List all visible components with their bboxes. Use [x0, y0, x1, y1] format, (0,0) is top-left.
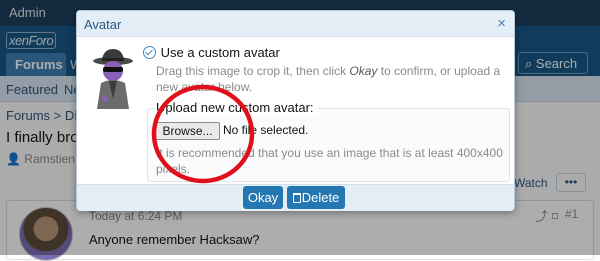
custom-avatar-option[interactable]: Use a custom avatar [143, 45, 280, 60]
dialog-title: Avatar [84, 17, 122, 32]
delete-button[interactable]: Delete [287, 186, 345, 209]
custom-avatar-label: Use a custom avatar [160, 45, 280, 60]
annotation-circle [151, 84, 255, 184]
close-icon[interactable]: × [497, 15, 506, 32]
avatar-dialog: Avatar × Use a custom avatar Drag this i… [76, 10, 515, 211]
trash-icon [292, 193, 301, 203]
delete-label: Delete [301, 190, 340, 205]
spy-avatar-icon[interactable] [89, 47, 137, 109]
crop-hint-part1: Drag this image to crop it, then click [156, 64, 350, 78]
okay-button[interactable]: Okay [243, 186, 283, 209]
check-circle-icon [143, 46, 156, 59]
dialog-header: Avatar × [77, 11, 514, 37]
crop-hint-emphasis: Okay [349, 64, 378, 78]
